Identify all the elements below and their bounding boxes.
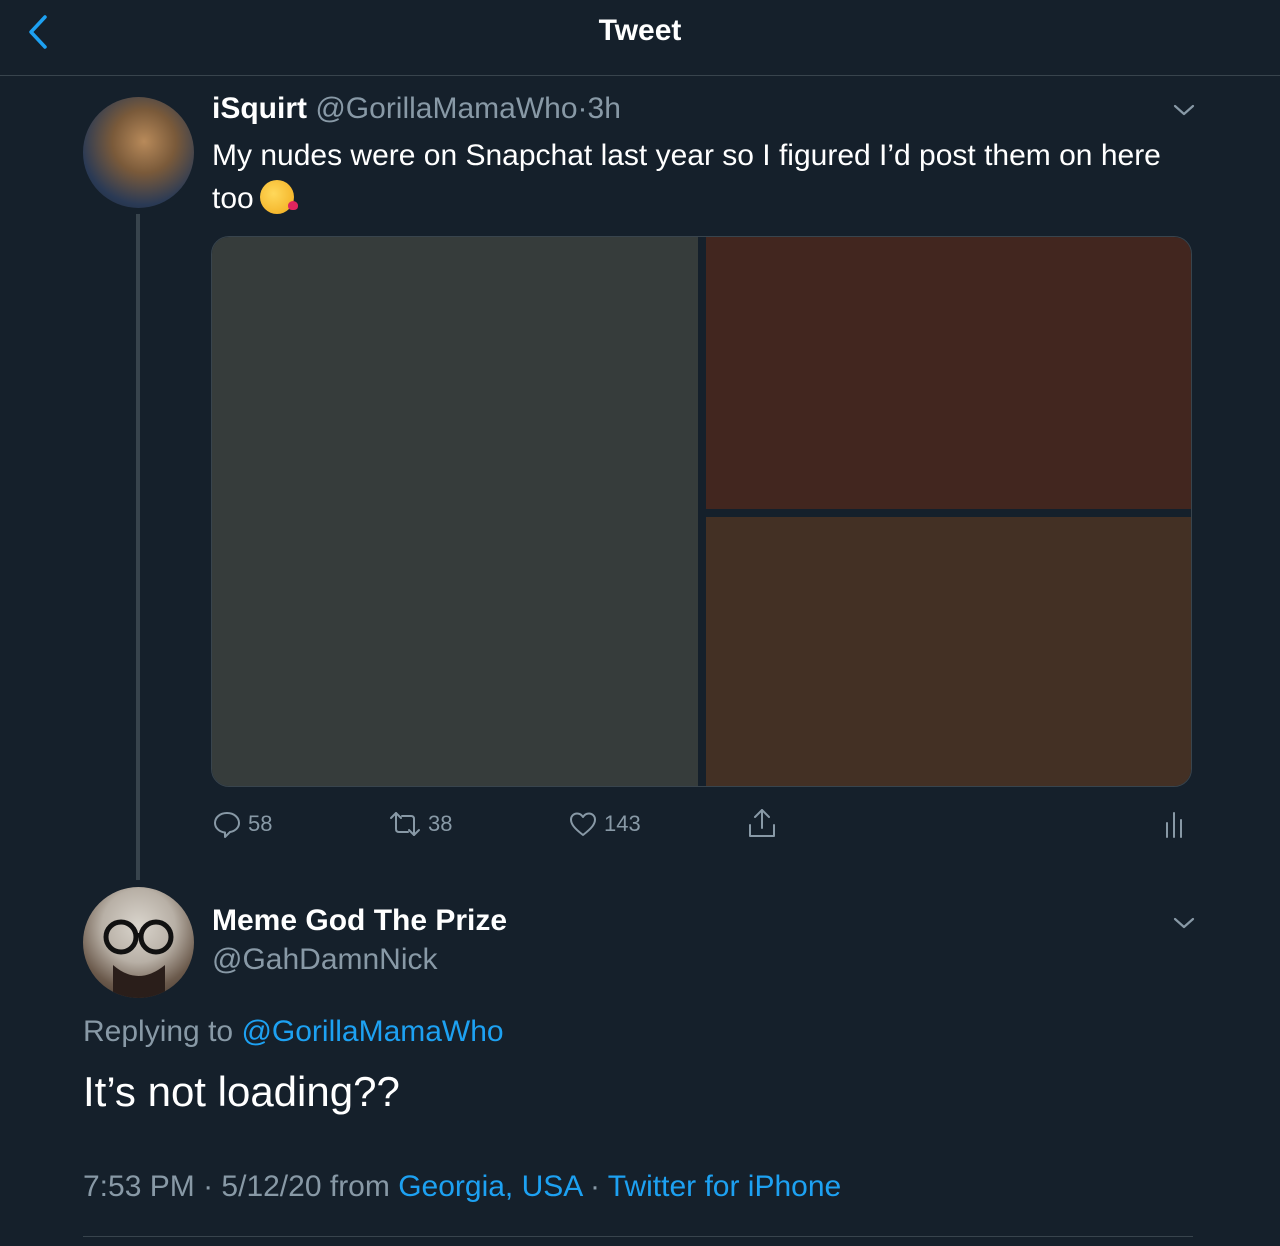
chevron-down-icon [1173, 104, 1195, 116]
reply-date: 5/12/20 [221, 1170, 322, 1203]
tweet-body: My nudes were on Snapchat last year so I… [212, 139, 1161, 215]
tweet-text: My nudes were on Snapchat last year so I… [212, 134, 1202, 220]
client-link[interactable]: Twitter for iPhone [608, 1170, 841, 1203]
meta-separator-dot: · [203, 1170, 214, 1203]
reply-icon [214, 812, 240, 838]
heart-icon [570, 812, 596, 836]
replying-to-label: Replying to [83, 1015, 234, 1048]
tweet-timestamp[interactable]: 3h [588, 92, 621, 125]
reply-author-handle[interactable]: @GahDamnNick [212, 943, 438, 977]
page-title: Tweet [598, 14, 682, 47]
retweet-count: 38 [428, 811, 453, 836]
reply-time: 7:53 PM [83, 1170, 195, 1203]
kiss-emoji-icon [259, 180, 298, 214]
meta-separator-dot: · [589, 1170, 600, 1203]
retweet-action[interactable]: 38 [388, 806, 452, 842]
reply-body: It’s not loading?? [83, 1068, 400, 1115]
reply-author-display-name[interactable]: Meme God The Prize [212, 904, 507, 938]
analytics-action[interactable] [1162, 806, 1194, 842]
tweet-author-line: iSquirt @GorillaMamaWho·3h [212, 92, 621, 126]
tweet-meta-line: 7:53 PM · 5/12/20 from Georgia, USA · Tw… [83, 1170, 841, 1204]
reply-menu-button[interactable] [1170, 909, 1198, 937]
replying-to-handle-link[interactable]: @GorillaMamaWho [241, 1015, 503, 1048]
avatar[interactable] [83, 887, 194, 998]
media-image-1[interactable] [212, 237, 698, 786]
separator-dot: · [577, 92, 588, 125]
author-handle[interactable]: @GorillaMamaWho [315, 92, 577, 125]
reply-count: 58 [248, 811, 273, 836]
analytics-icon [1166, 812, 1182, 838]
author-display-name[interactable]: iSquirt [212, 92, 307, 125]
like-count: 143 [604, 811, 641, 836]
retweet-icon [390, 812, 420, 836]
share-action[interactable] [746, 806, 784, 842]
reply-action[interactable]: 58 [212, 806, 272, 842]
top-bar: Tweet [0, 0, 1280, 76]
tweet-media-grid [211, 236, 1192, 787]
avatar[interactable] [83, 97, 194, 208]
tweet-menu-button[interactable] [1170, 96, 1198, 124]
location-link[interactable]: Georgia, USA [398, 1170, 581, 1203]
divider [83, 1236, 1193, 1237]
share-icon [749, 809, 775, 837]
media-image-2[interactable] [706, 237, 1191, 509]
chevron-down-icon [1173, 917, 1195, 929]
avatar-glasses-icon [103, 919, 174, 998]
media-image-3[interactable] [706, 517, 1191, 786]
from-label: from [329, 1170, 390, 1203]
thread-connector-line [136, 214, 140, 880]
replying-to-line: Replying to @GorillaMamaWho [83, 1015, 504, 1049]
like-action[interactable]: 143 [568, 806, 641, 842]
